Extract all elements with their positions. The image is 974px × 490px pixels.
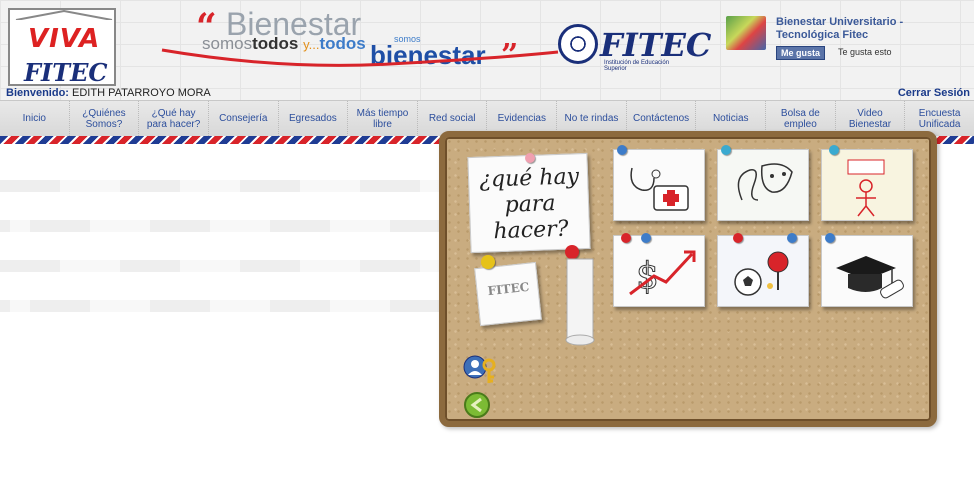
logo-fitec-text: FITEC xyxy=(24,58,108,87)
pin xyxy=(525,153,535,163)
music-theater-icon xyxy=(737,163,793,201)
institution-subtitle: Institución de Educación Superior xyxy=(604,60,670,72)
institution-logo-text: FITEC xyxy=(600,26,712,64)
fitec-small-note[interactable]: FITEC xyxy=(474,261,542,327)
nav-item-inicio[interactable]: Inicio xyxy=(0,101,70,136)
graduation-cap-icon xyxy=(836,256,904,299)
fitec-small-note-text: FITEC xyxy=(486,279,530,299)
facebook-avatar[interactable] xyxy=(726,16,766,50)
nav-item-que-hay[interactable]: ¿Qué hay para hacer? xyxy=(139,101,209,136)
note-academico[interactable] xyxy=(821,235,913,307)
money-growth-icon: $ xyxy=(629,250,696,298)
roof-icon xyxy=(15,10,113,20)
welcome-message: Bienvenido: EDITH PATARROYO MORA xyxy=(6,87,211,99)
logout-link[interactable]: Cerrar Sesión xyxy=(898,87,970,99)
note-financiero[interactable]: $ xyxy=(613,235,705,307)
pin xyxy=(641,233,651,243)
user-key-icon[interactable] xyxy=(463,353,499,385)
globe-icon xyxy=(558,24,598,64)
pin xyxy=(617,145,627,155)
nav-item-consejeria[interactable]: Consejería xyxy=(209,101,279,136)
main-note-text: ¿qué hay para hacer? xyxy=(478,164,580,245)
note-logro[interactable] xyxy=(821,149,913,221)
logo-viva-text: VIVA xyxy=(28,24,101,54)
pin xyxy=(787,233,797,243)
welcome-user: EDITH PATARROYO MORA xyxy=(72,87,211,99)
pin xyxy=(481,255,495,269)
pin xyxy=(733,233,743,243)
nav-item-quienes-somos[interactable]: ¿Quiénes Somos? xyxy=(70,101,140,136)
scroll-icon xyxy=(565,258,595,346)
facebook-likes-text: Te gusta esto xyxy=(838,47,892,57)
cork-board: ¿qué hay para hacer? FITEC $ xyxy=(439,131,937,427)
facebook-like-button[interactable]: Me gusta xyxy=(776,46,826,60)
page: VIVA FITEC “ Bienestar somostodos y...to… xyxy=(0,0,974,490)
welcome-label: Bienvenido: xyxy=(6,87,69,99)
header: VIVA FITEC “ Bienestar somostodos y...to… xyxy=(0,0,974,100)
pin xyxy=(621,233,631,243)
pin xyxy=(825,233,835,243)
nav-item-egresados[interactable]: Egresados xyxy=(279,101,349,136)
sports-balls-icon xyxy=(734,251,789,296)
institution-logo[interactable]: FITEC Institución de Educación Superior xyxy=(558,24,711,72)
swoosh-icon xyxy=(161,48,559,67)
note-deportes[interactable] xyxy=(717,235,809,307)
pin xyxy=(721,145,731,155)
main-note[interactable]: ¿qué hay para hacer? xyxy=(467,152,591,254)
pin xyxy=(829,145,839,155)
note-salud[interactable] xyxy=(613,149,705,221)
viva-fitec-logo[interactable]: VIVA FITEC xyxy=(8,8,116,87)
nav-item-tiempo-libre[interactable]: Más tiempo libre xyxy=(348,101,418,136)
back-arrow-icon[interactable] xyxy=(463,391,491,419)
graduate-icon xyxy=(847,159,885,217)
floor-tiles xyxy=(0,170,440,350)
facebook-widget: Bienestar Universitario - Tecnológica Fi… xyxy=(726,14,926,60)
medical-kit-icon xyxy=(630,167,689,211)
facebook-page-name[interactable]: Bienestar Universitario - Tecnológica Fi… xyxy=(776,16,936,42)
note-cultura[interactable] xyxy=(717,149,809,221)
